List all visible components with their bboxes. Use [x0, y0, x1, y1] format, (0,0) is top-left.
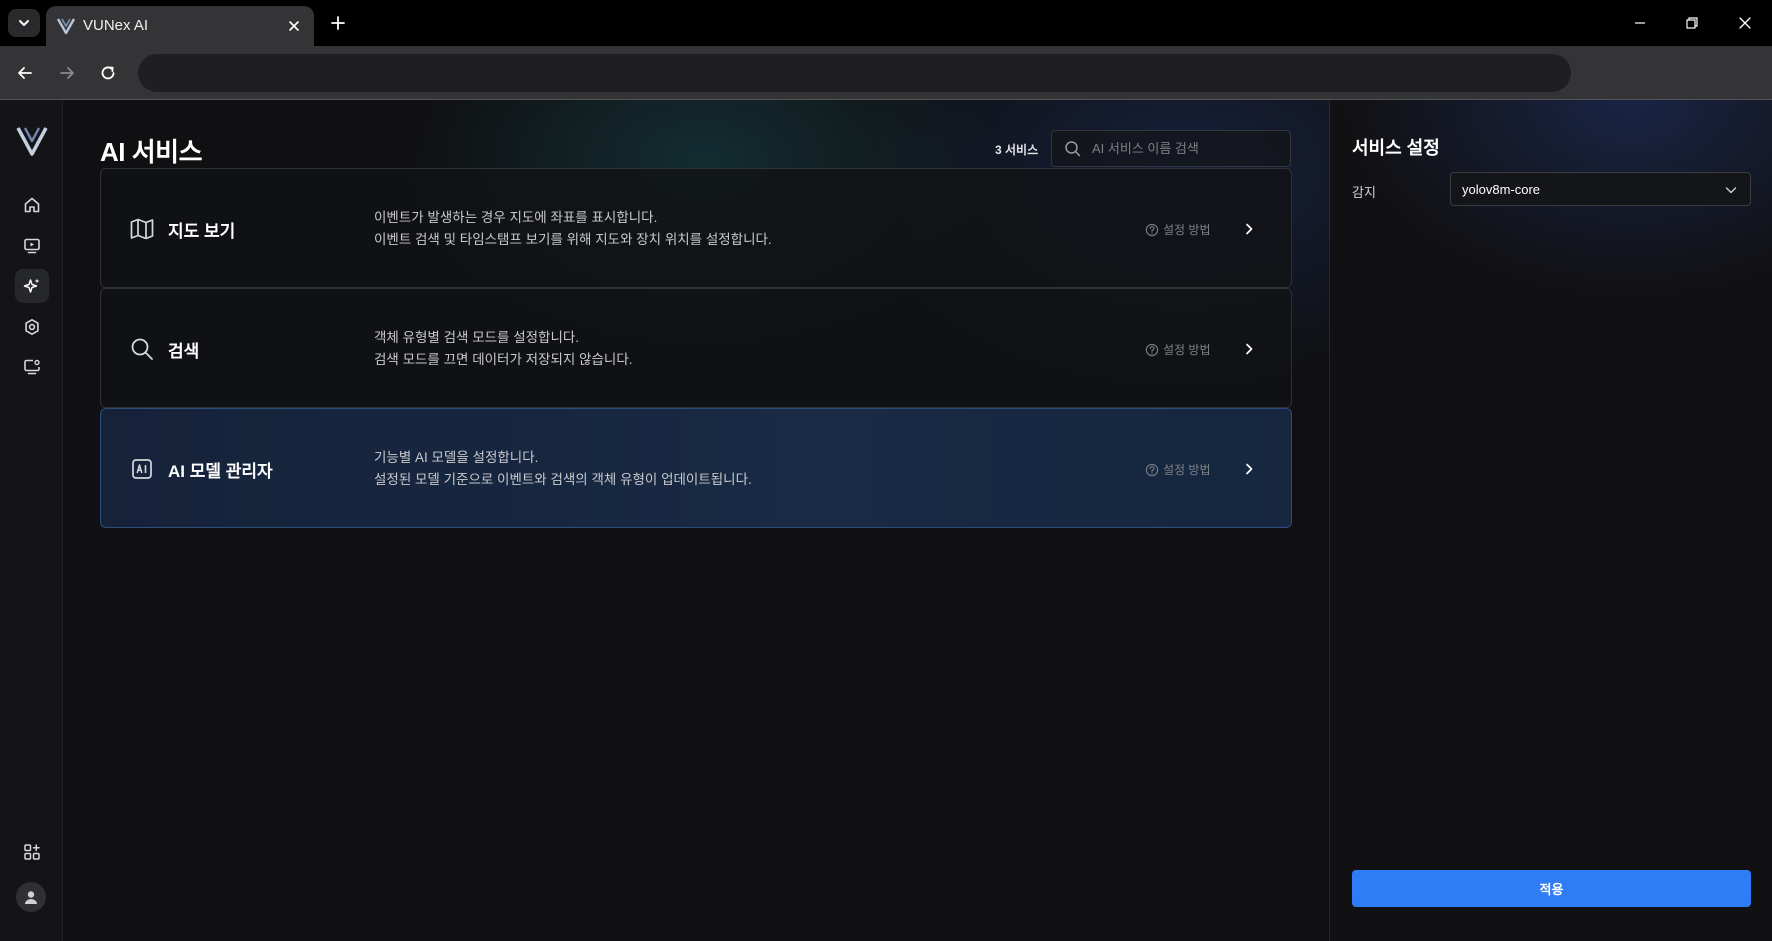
card-description-line: 기능별 AI 모델을 설정합니다.	[374, 450, 539, 465]
search-icon	[131, 338, 153, 360]
card-description-line: 이벤트 검색 및 타임스탬프 보기를 위해 지도와 장치 위치를 설정합니다.	[374, 232, 772, 247]
card-description: 객체 유형별 검색 모드를 설정합니다. 검색 모드를 끄면 데이터가 저장되지…	[374, 327, 632, 371]
setup-guide-link[interactable]: 설정 방법	[1145, 341, 1211, 358]
app-root: AI 서비스 3 서비스 지도 보기 이벤트가 발생하는 경우 지도에 좌표를 …	[0, 100, 1772, 941]
main-content: AI 서비스 3 서비스 지도 보기 이벤트가 발생하는 경우 지도에 좌표를 …	[63, 100, 1329, 941]
back-button[interactable]	[12, 60, 38, 86]
search-box	[1051, 130, 1291, 167]
reload-icon	[101, 66, 115, 80]
card-description-line: 검색 모드를 끄면 데이터가 저장되지 않습니다.	[374, 352, 633, 367]
tab-search-button[interactable]	[8, 9, 40, 37]
app-logo[interactable]	[16, 126, 48, 156]
sidebar-item-apps[interactable]	[15, 835, 49, 869]
chevron-down-icon	[1725, 187, 1737, 194]
close-icon	[1739, 17, 1751, 29]
detect-label: 감지	[1352, 185, 1376, 200]
home-icon	[24, 197, 40, 213]
help-circle-icon	[1145, 223, 1159, 236]
service-settings-panel: 서비스 설정 감지 yolov8m-core 적용	[1329, 100, 1772, 941]
tab-title: VUNex AI	[83, 17, 149, 34]
browser-toolbar	[0, 46, 1772, 100]
model-select[interactable]: yolov8m-core	[1450, 172, 1751, 206]
chevron-right-icon[interactable]	[1241, 461, 1257, 477]
map-icon	[130, 218, 154, 240]
close-icon	[289, 21, 299, 31]
sidebar	[0, 100, 63, 941]
tab-close-button[interactable]	[284, 16, 304, 36]
monitor-gear-icon	[24, 359, 40, 375]
service-card-ai-model-manager[interactable]: AI 모델 관리자 기능별 AI 모델을 설정합니다. 설정된 모델 기준으로 …	[100, 408, 1292, 528]
search-input[interactable]	[1092, 131, 1282, 166]
vunex-logo-icon	[56, 18, 76, 35]
apps-add-icon	[24, 844, 40, 860]
card-title: 지도 보기	[168, 222, 236, 241]
minimize-button[interactable]	[1620, 8, 1660, 38]
help-circle-icon	[1145, 463, 1159, 476]
browser-tab[interactable]: VUNex AI	[46, 6, 314, 46]
minimize-icon	[1635, 22, 1645, 24]
sidebar-item-settings[interactable]	[15, 310, 49, 344]
chevron-down-icon	[19, 20, 29, 26]
card-description-line: 객체 유형별 검색 모드를 설정합니다.	[374, 330, 580, 345]
address-bar[interactable]	[138, 54, 1571, 92]
chevron-right-icon[interactable]	[1241, 341, 1257, 357]
avatar-icon	[25, 891, 37, 904]
card-description: 이벤트가 발생하는 경우 지도에 좌표를 표시합니다. 이벤트 검색 및 타임스…	[374, 207, 772, 251]
help-circle-icon	[1145, 343, 1159, 356]
card-description-line: 설정된 모델 기준으로 이벤트와 검색의 객체 유형이 업데이트됩니다.	[374, 472, 752, 487]
new-tab-button[interactable]	[326, 11, 350, 35]
vunex-logo-icon	[16, 127, 48, 156]
sidebar-item-ai-service[interactable]	[15, 269, 49, 303]
sparkle-icon	[23, 278, 40, 293]
service-card-search[interactable]: 검색 객체 유형별 검색 모드를 설정합니다. 검색 모드를 끄면 데이터가 저…	[100, 288, 1292, 408]
restore-button[interactable]	[1672, 8, 1712, 38]
chevron-right-icon[interactable]	[1241, 221, 1257, 237]
panel-title: 서비스 설정	[1352, 138, 1440, 158]
sidebar-item-system[interactable]	[15, 350, 49, 384]
reload-button[interactable]	[95, 60, 121, 86]
setup-guide-link[interactable]: 설정 방법	[1145, 221, 1211, 238]
account-button[interactable]	[16, 882, 46, 912]
gear-icon	[25, 319, 39, 335]
monitor-play-icon	[24, 238, 40, 254]
setup-guide-label: 설정 방법	[1163, 223, 1211, 237]
service-count: 3 서비스	[995, 143, 1039, 157]
apply-button[interactable]: 적용	[1352, 870, 1751, 907]
sidebar-item-home[interactable]	[15, 188, 49, 222]
setup-guide-label: 설정 방법	[1163, 343, 1211, 357]
setup-guide-link[interactable]: 설정 방법	[1145, 461, 1211, 478]
plus-icon	[331, 16, 345, 30]
browser-tab-bar: VUNex AI	[0, 0, 1772, 46]
ai-chip-icon	[132, 459, 152, 479]
card-title: AI 모델 관리자	[168, 462, 273, 481]
arrow-left-icon	[18, 67, 32, 79]
service-card-map[interactable]: 지도 보기 이벤트가 발생하는 경우 지도에 좌표를 표시합니다. 이벤트 검색…	[100, 168, 1292, 288]
page-title: AI 서비스	[100, 137, 202, 167]
card-description: 기능별 AI 모델을 설정합니다. 설정된 모델 기준으로 이벤트와 검색의 객…	[374, 447, 752, 491]
arrow-right-icon	[60, 67, 74, 79]
restore-icon	[1686, 17, 1698, 29]
search-icon	[1065, 141, 1081, 157]
card-title: 검색	[168, 342, 200, 361]
forward-button[interactable]	[54, 60, 80, 86]
setup-guide-label: 설정 방법	[1163, 463, 1211, 477]
sidebar-item-playback[interactable]	[15, 229, 49, 263]
close-window-button[interactable]	[1725, 8, 1765, 38]
model-select-value: yolov8m-core	[1462, 182, 1541, 197]
card-description-line: 이벤트가 발생하는 경우 지도에 좌표를 표시합니다.	[374, 210, 658, 225]
